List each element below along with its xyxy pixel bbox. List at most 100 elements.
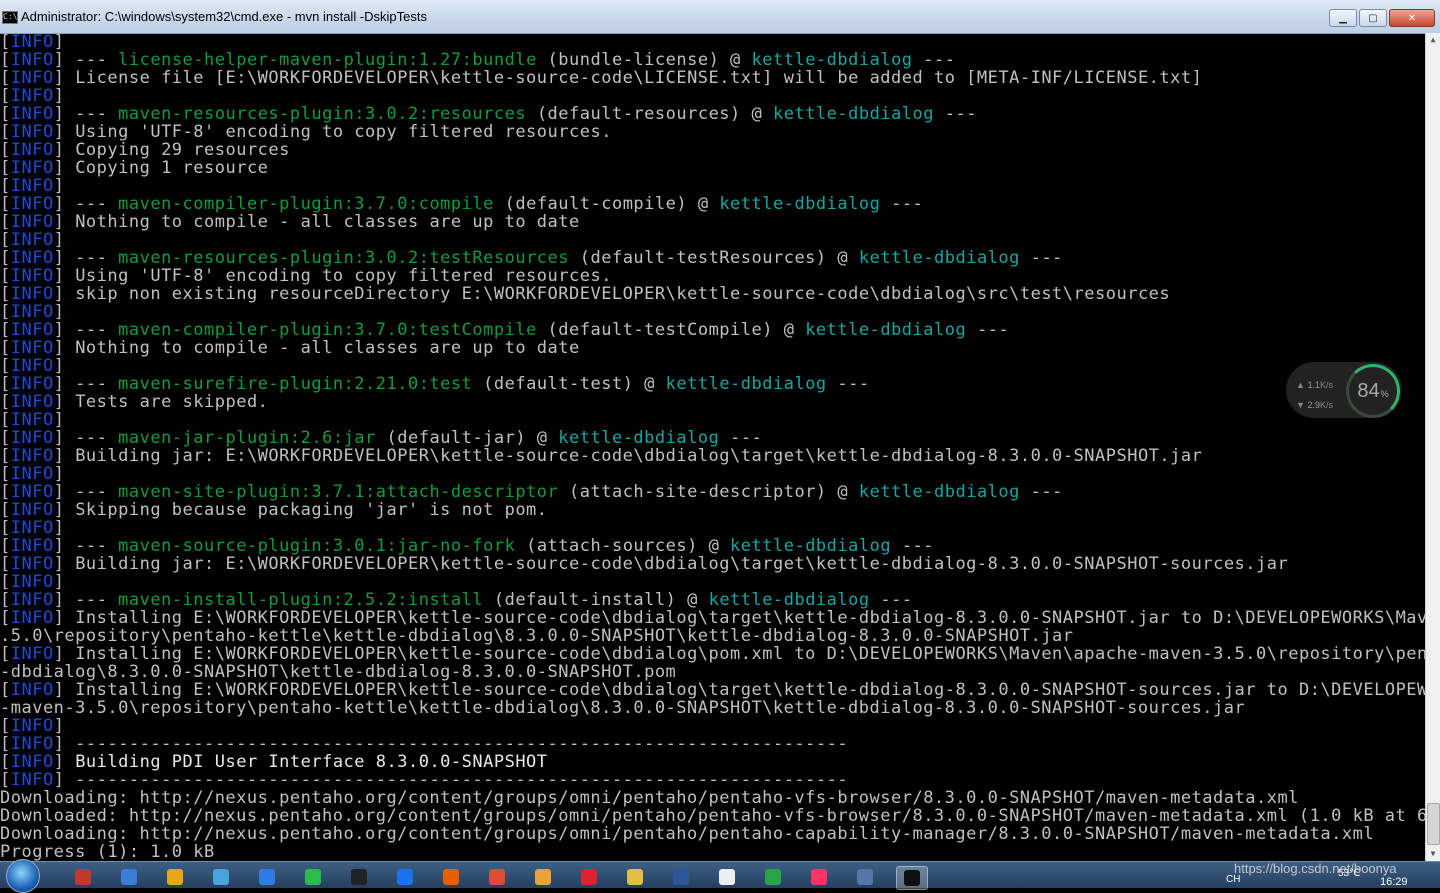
- plugin-goal: maven-install-plugin:2.5.2:install: [118, 590, 484, 610]
- log-text: Using 'UTF-8' encoding to copy filtered …: [75, 266, 612, 286]
- log-level-tag: INFO: [10, 536, 54, 556]
- log-level-tag: INFO: [10, 680, 54, 700]
- taskbar-remote-icon[interactable]: [850, 866, 880, 888]
- taskbar-baidu-netdisk-icon[interactable]: [206, 866, 236, 888]
- console-line: [INFO]: [0, 176, 76, 196]
- log-text: (default-testCompile) @: [536, 320, 806, 340]
- console-line: [INFO] --- maven-site-plugin:3.7.1:attac…: [0, 482, 1063, 502]
- start-orb-icon[interactable]: [6, 859, 40, 893]
- log-level-tag: INFO: [10, 590, 54, 610]
- usage-percent-sign: %: [1380, 389, 1389, 399]
- log-text: ---: [75, 428, 119, 448]
- console-line: [INFO] --- maven-compiler-plugin:3.7.0:c…: [0, 194, 924, 214]
- console-line: [INFO]: [0, 86, 76, 106]
- console-line: [INFO] --- maven-source-plugin:3.0.1:jar…: [0, 536, 935, 556]
- taskbar-feishu-icon[interactable]: [252, 866, 282, 888]
- log-text: ---: [891, 536, 935, 556]
- plugin-goal: maven-resources-plugin:3.0.2:testResourc…: [118, 248, 570, 268]
- finder-icon: [121, 869, 137, 885]
- log-text: ---: [869, 590, 913, 610]
- log-text: (default-install) @: [483, 590, 709, 610]
- minimize-button[interactable]: ▁: [1329, 9, 1357, 27]
- vertical-scrollbar[interactable]: ▲ ▼: [1425, 33, 1440, 861]
- log-text: Skipping because packaging 'jar' is not …: [75, 500, 548, 520]
- console-line: [INFO] --- maven-resources-plugin:3.0.2:…: [0, 104, 977, 124]
- log-level-tag: INFO: [10, 482, 54, 502]
- taskbar-chrome-icon[interactable]: [482, 866, 512, 888]
- log-level-tag: INFO: [10, 500, 54, 520]
- chrome-icon: [489, 869, 505, 885]
- taskbar-intellij-icon[interactable]: [804, 866, 834, 888]
- log-text: Progress (1): 1.0 kB: [0, 842, 215, 861]
- log-level-tag: INFO: [10, 212, 54, 232]
- window-titlebar[interactable]: C:\ Administrator: C:\windows\system32\c…: [0, 0, 1440, 34]
- usage-ring: 84%: [1346, 364, 1400, 418]
- log-level-tag: INFO: [10, 446, 54, 466]
- log-level-tag: INFO: [10, 266, 54, 286]
- console-line: [INFO] Tests are skipped.: [0, 392, 269, 412]
- artifact-id: kettle-dbdialog: [805, 320, 967, 340]
- taskbar-360-icon[interactable]: [758, 866, 788, 888]
- log-level-tag: INFO: [10, 284, 54, 304]
- cmd-app-icon[interactable]: C:\: [2, 11, 18, 24]
- taskbar-notes-icon[interactable]: [620, 866, 650, 888]
- taskbar-word-icon[interactable]: [666, 866, 696, 888]
- network-monitor-widget[interactable]: ▲ 1.1K/s ▼ 2.9K/s 84%: [1286, 362, 1402, 418]
- log-text: Downloaded: http://nexus.pentaho.org/con…: [0, 806, 1426, 826]
- usage-percent: 84: [1357, 379, 1380, 402]
- console-line: [INFO]: [0, 518, 76, 538]
- log-level-tag: INFO: [10, 356, 54, 376]
- log-text: (default-testResources) @: [569, 248, 859, 268]
- plugin-goal: maven-surefire-plugin:2.21.0:test: [118, 374, 473, 394]
- taskbar-finder-icon[interactable]: [114, 866, 144, 888]
- log-text: ---: [912, 50, 956, 70]
- log-text: ---: [75, 50, 119, 70]
- log-level-tag: INFO: [10, 410, 54, 430]
- upload-arrow-icon: ▲: [1296, 380, 1305, 390]
- console-line: Progress (1): 1.0 kB: [0, 843, 1426, 861]
- console-line: [INFO] Nothing to compile - all classes …: [0, 212, 580, 232]
- taskbar-sublime-icon[interactable]: [68, 866, 98, 888]
- console-line: [INFO]: [0, 410, 76, 430]
- taskbar-notepad-icon[interactable]: [712, 866, 742, 888]
- log-level-tag: INFO: [10, 608, 54, 628]
- log-text: .5.0\repository\pentaho-kettle\kettle-db…: [0, 626, 1074, 646]
- taskbar-wechat-icon[interactable]: [298, 866, 328, 888]
- window-controls: ▁ ▢ ✕: [1329, 9, 1435, 27]
- close-button[interactable]: ✕: [1389, 9, 1435, 27]
- taskbar-firefox-icon[interactable]: [436, 866, 466, 888]
- log-text: (default-jar) @: [375, 428, 559, 448]
- taskbar-ie-icon[interactable]: [390, 866, 420, 888]
- scroll-down-arrow-icon[interactable]: ▼: [1426, 847, 1440, 861]
- artifact-id: kettle-dbdialog: [730, 536, 892, 556]
- clock[interactable]: 16:29: [1380, 876, 1408, 888]
- log-text: Installing E:\WORKFORDEVELOPER\kettle-so…: [75, 608, 1426, 628]
- taskbar-cmd-icon[interactable]: [896, 866, 928, 890]
- console-line: [INFO] --- maven-resources-plugin:3.0.2:…: [0, 248, 1063, 268]
- log-level-tag: INFO: [10, 320, 54, 340]
- console-line: [INFO]: [0, 302, 76, 322]
- console-line: [INFO]: [0, 716, 76, 736]
- console-output[interactable]: [INFO] [INFO] --- license-helper-maven-p…: [0, 33, 1426, 861]
- taskbar-folder-icon[interactable]: [528, 866, 558, 888]
- taskbar-qq-icon[interactable]: [344, 866, 374, 888]
- scroll-up-arrow-icon[interactable]: ▲: [1426, 33, 1440, 47]
- console-line: [INFO] License file [E:\WORKFORDEVELOPER…: [0, 68, 1203, 88]
- plugin-goal: maven-source-plugin:3.0.1:jar-no-fork: [118, 536, 516, 556]
- taskbar-app-icon[interactable]: [574, 866, 604, 888]
- sublime-icon: [75, 869, 91, 885]
- scrollbar-thumb[interactable]: [1427, 803, 1440, 845]
- taskbar-file-explorer-icon[interactable]: [160, 866, 190, 888]
- log-text: -dbdialog\8.3.0.0-SNAPSHOT\kettle-dbdial…: [0, 662, 677, 682]
- notes-icon: [627, 869, 643, 885]
- log-level-tag: INFO: [10, 554, 54, 574]
- log-text: Nothing to compile - all classes are up …: [75, 338, 580, 358]
- plugin-goal: maven-site-plugin:3.7.1:attach-descripto…: [118, 482, 559, 502]
- notepad-icon: [719, 869, 735, 885]
- log-level-tag: INFO: [10, 338, 54, 358]
- log-level-tag: INFO: [10, 50, 54, 70]
- watermark: https://blog.csdn.net/boonya: [1234, 861, 1397, 876]
- artifact-id: kettle-dbdialog: [708, 590, 870, 610]
- maximize-button[interactable]: ▢: [1359, 9, 1387, 27]
- taskbar: CH 53℃ 16:29: [0, 859, 1440, 893]
